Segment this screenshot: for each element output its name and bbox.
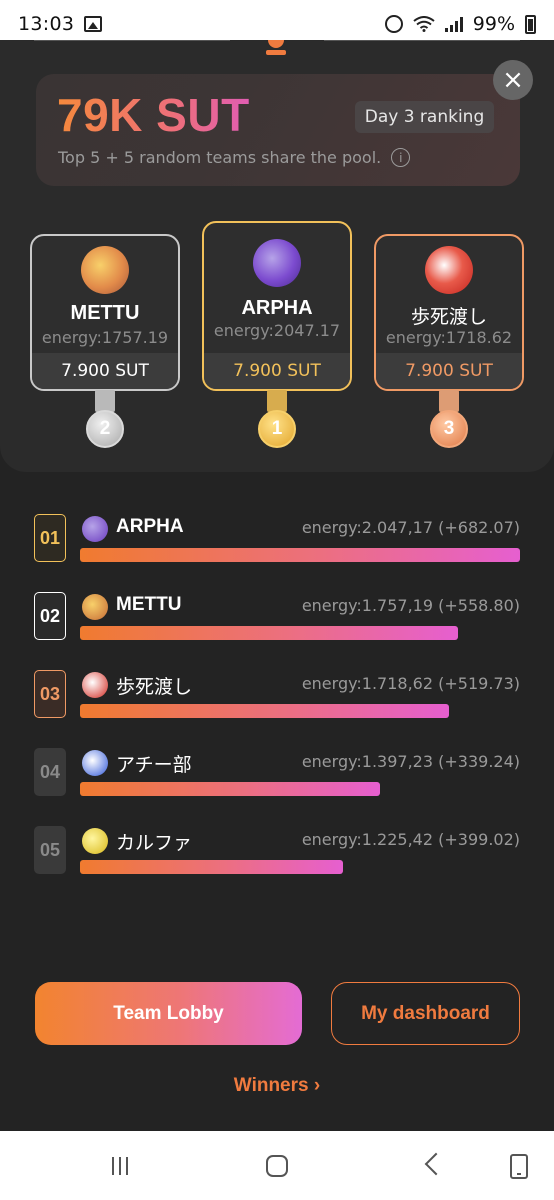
- rank-number: 03: [34, 670, 66, 718]
- team-name: カルファ: [116, 833, 193, 854]
- team-name: 歩死渡し: [116, 677, 193, 698]
- ranking-row[interactable]: 01 ARPHA energy:2.047,17 (+682.07): [34, 514, 520, 566]
- ranking-row[interactable]: 02 METTU energy:1.757,19 (+558.80): [34, 592, 520, 644]
- wifi-icon: [413, 16, 435, 32]
- energy-bar: [80, 626, 458, 640]
- alarm-icon: [384, 15, 403, 33]
- day-ranking-badge: Day 3 ranking: [355, 101, 494, 133]
- rank-number: 01: [34, 514, 66, 562]
- pool-amount: 79K SUT: [57, 89, 250, 141]
- team-name: ARPHA: [116, 516, 184, 537]
- medal-place: 1: [258, 410, 296, 448]
- system-nav-bar: [0, 1131, 554, 1200]
- podium-card-third[interactable]: 歩死渡し energy:1718.62 7.900 SUT: [374, 234, 524, 391]
- battery-percent: 99%: [472, 13, 515, 35]
- team-energy: energy:1.397,23 (+339.24): [301, 752, 520, 771]
- podium-energy: energy:2047.17: [213, 321, 341, 340]
- back-icon[interactable]: [424, 1153, 438, 1177]
- energy-bar: [80, 548, 520, 562]
- medal-place: 2: [86, 410, 124, 448]
- team-name: METTU: [116, 594, 182, 615]
- winners-link[interactable]: Winners ›: [0, 1075, 554, 1097]
- medal-place: 3: [430, 410, 468, 448]
- ranking-row[interactable]: 05 カルファ energy:1.225,42 (+399.02): [34, 826, 520, 878]
- team-lobby-button[interactable]: Team Lobby: [35, 982, 302, 1045]
- status-icons: 99%: [384, 13, 536, 35]
- team-avatar: [253, 239, 301, 287]
- pool-description: Top 5 + 5 random teams share the pool. i: [58, 148, 411, 167]
- team-avatar: [81, 246, 129, 294]
- recent-apps-icon[interactable]: [112, 1157, 134, 1175]
- screen-rotate-icon[interactable]: [510, 1154, 528, 1179]
- podium-prize: 7.900 SUT: [376, 353, 522, 389]
- team-energy: energy:1.757,19 (+558.80): [301, 596, 520, 615]
- podium-energy: energy:1757.19: [41, 328, 169, 347]
- pool-description-text: Top 5 + 5 random teams share the pool.: [58, 148, 382, 167]
- team-avatar: [425, 246, 473, 294]
- ranking-row[interactable]: 03 歩死渡し energy:1.718,62 (+519.73): [34, 670, 520, 722]
- energy-bar: [80, 782, 380, 796]
- rank-number: 05: [34, 826, 66, 874]
- podium-team-name: 歩死渡し: [410, 307, 487, 328]
- podium-team-name: ARPHA: [241, 297, 313, 319]
- team-energy: energy:1.225,42 (+399.02): [301, 830, 520, 849]
- team-name: アチー部: [116, 755, 192, 776]
- team-energy: energy:1.718,62 (+519.73): [301, 674, 520, 693]
- podium-team-name: METTU: [70, 302, 140, 324]
- podium-card-first[interactable]: ARPHA energy:2047.17 7.900 SUT: [202, 221, 352, 391]
- podium-prize: 7.900 SUT: [204, 353, 350, 389]
- signal-icon: [444, 16, 463, 32]
- team-avatar: [82, 516, 108, 542]
- podium-card-second[interactable]: METTU energy:1757.19 7.900 SUT: [30, 234, 180, 391]
- image-icon: [84, 16, 103, 32]
- energy-bar: [80, 704, 449, 718]
- rank-number: 04: [34, 748, 66, 796]
- podium-prize: 7.900 SUT: [32, 353, 178, 389]
- podium-energy: energy:1718.62: [385, 328, 513, 347]
- home-icon[interactable]: [266, 1155, 288, 1177]
- team-energy: energy:2.047,17 (+682.07): [301, 518, 520, 537]
- info-icon[interactable]: i: [391, 148, 411, 167]
- team-avatar: [82, 594, 108, 620]
- battery-icon: [525, 14, 536, 34]
- team-avatar: [82, 828, 108, 854]
- close-button[interactable]: ×: [493, 60, 533, 100]
- status-time: 13:03: [18, 13, 75, 35]
- rank-number: 02: [34, 592, 66, 640]
- team-avatar: [82, 750, 108, 776]
- ranking-row[interactable]: 04 アチー部 energy:1.397,23 (+339.24): [34, 748, 520, 800]
- team-avatar: [82, 672, 108, 698]
- trophy-icon: [265, 40, 287, 56]
- my-dashboard-button[interactable]: My dashboard: [331, 982, 520, 1045]
- energy-bar: [80, 860, 343, 874]
